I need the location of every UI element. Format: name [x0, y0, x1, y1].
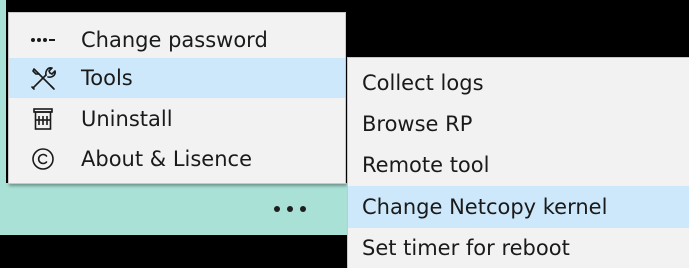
submenu-item-label: Change Netcopy kernel — [362, 195, 608, 219]
menu-item-change-password[interactable]: Change password — [9, 20, 345, 60]
menu-item-label: Change password — [81, 28, 268, 52]
menu-item-label: Uninstall — [81, 107, 173, 131]
menu-item-label: About & Lisence — [81, 147, 252, 171]
more-dots-icon — [287, 206, 293, 212]
window-edge — [0, 0, 6, 183]
context-menu: Change password Tools Uninstall About & … — [8, 12, 346, 184]
submenu-item-browse-rp[interactable]: Browse RP — [348, 103, 689, 145]
more-dots-icon — [300, 206, 306, 212]
tools-submenu: Collect logs Browse RP Remote tool Chang… — [347, 57, 689, 268]
screen: Change password Tools Uninstall About & … — [0, 0, 689, 268]
menu-item-label: Tools — [81, 66, 133, 90]
submenu-item-label: Browse RP — [362, 112, 473, 136]
trash-icon — [23, 99, 63, 139]
submenu-item-remote-tool[interactable]: Remote tool — [348, 144, 689, 186]
tools-icon — [23, 58, 63, 98]
submenu-item-label: Set timer for reboot — [362, 236, 570, 260]
more-dots-icon — [274, 206, 280, 212]
more-options-button[interactable] — [262, 196, 318, 222]
submenu-item-set-timer-for-reboot[interactable]: Set timer for reboot — [348, 227, 689, 268]
submenu-item-collect-logs[interactable]: Collect logs — [348, 62, 689, 104]
copyright-icon — [23, 139, 63, 179]
submenu-item-label: Collect logs — [362, 71, 484, 95]
submenu-item-change-netcopy-kernel[interactable]: Change Netcopy kernel — [348, 186, 689, 228]
menu-item-uninstall[interactable]: Uninstall — [9, 99, 345, 139]
menu-item-tools[interactable]: Tools — [9, 58, 345, 98]
submenu-item-label: Remote tool — [362, 153, 490, 177]
menu-item-about[interactable]: About & Lisence — [9, 139, 345, 179]
password-dots-icon — [23, 20, 63, 60]
